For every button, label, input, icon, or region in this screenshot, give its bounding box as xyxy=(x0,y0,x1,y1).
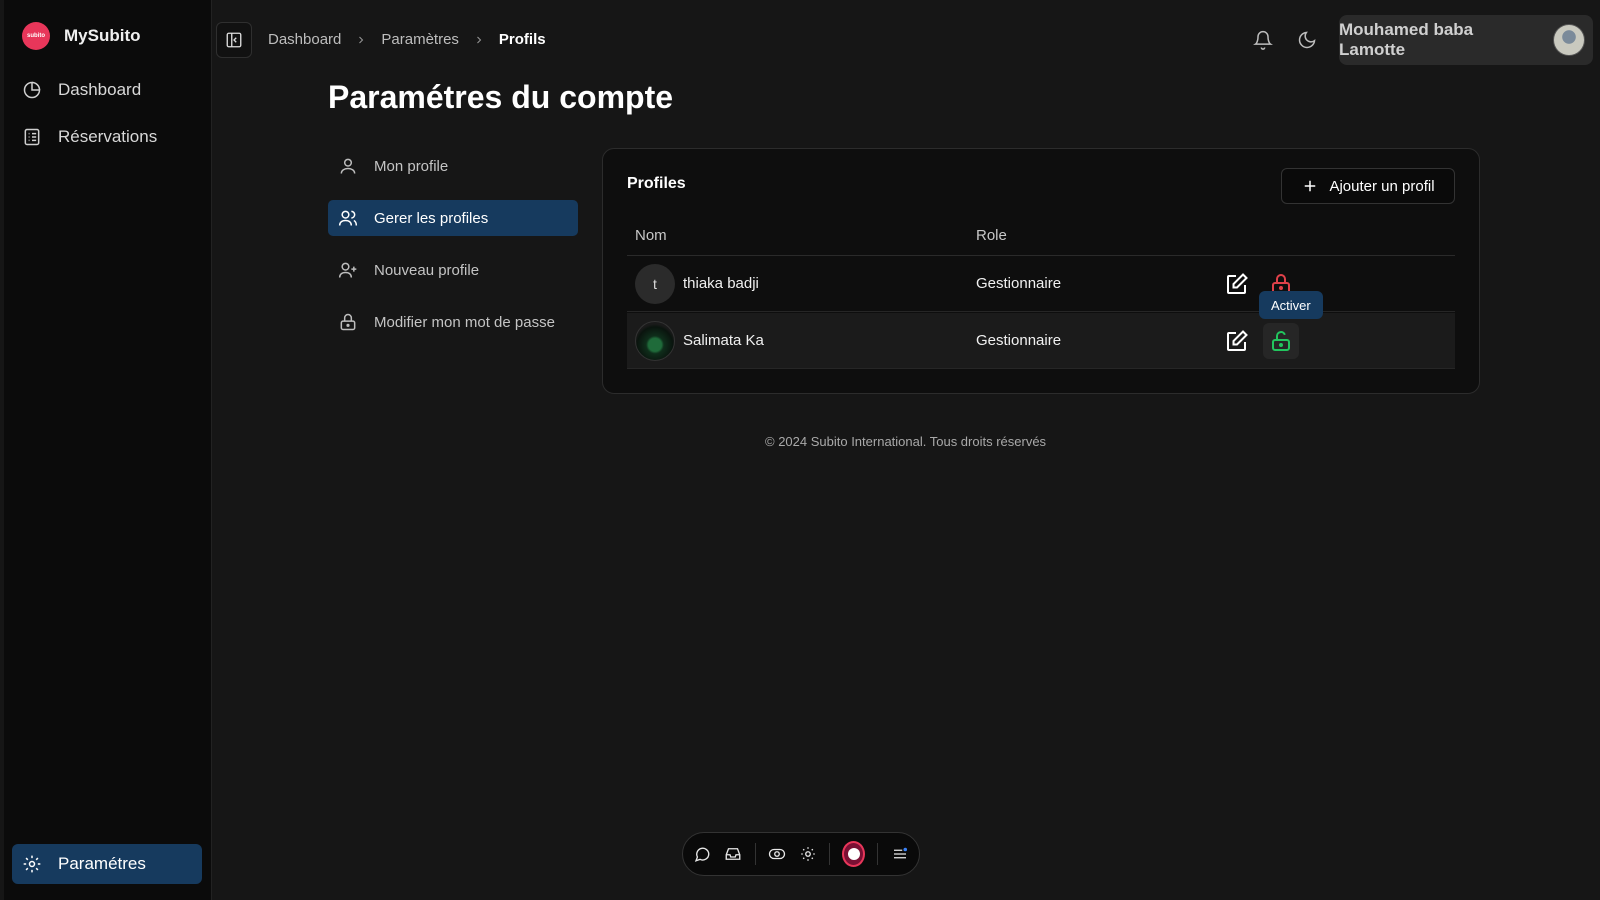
sidebar-toggle-button[interactable] xyxy=(216,22,252,58)
column-header-role: Role xyxy=(976,227,1007,244)
plus-icon xyxy=(1305,180,1316,192)
breadcrumb: Dashboard Paramètres Profils xyxy=(268,31,546,48)
user-name: Mouhamed baba Lamotte xyxy=(1339,20,1474,59)
divider xyxy=(754,843,756,865)
brand-name: MySubito xyxy=(64,26,141,45)
settings-nav-label: Nouveau profile xyxy=(374,261,480,279)
gear-icon xyxy=(23,855,41,873)
add-profile-button[interactable]: Ajouter un profil xyxy=(1281,168,1455,204)
settings-button[interactable] xyxy=(799,843,818,865)
topbar: Dashboard Paramètres Profils Mouhamed ba… xyxy=(212,0,1600,80)
settings-nav-label: Mon profile xyxy=(374,157,449,175)
unlock-icon xyxy=(1272,331,1290,351)
cell-role: Gestionnaire xyxy=(976,332,1062,349)
inbox-icon xyxy=(725,848,741,860)
footer-text: © 2024 Subito International. Tous droits… xyxy=(765,434,1047,449)
moon-icon xyxy=(1298,31,1316,49)
divider xyxy=(829,843,831,865)
settings-nav-modifier-mot-de-passe[interactable]: Modifier mon mot de passe xyxy=(328,304,578,340)
app-logo-button[interactable] xyxy=(842,841,866,867)
settings-nav-label: Modifier mon mot de passe xyxy=(374,313,555,331)
breadcrumb-current: Profils xyxy=(498,31,546,48)
edit-button[interactable] xyxy=(1219,323,1255,359)
cell-name: Salimata Ka xyxy=(683,332,764,349)
eye-icon xyxy=(768,848,786,860)
bell-icon xyxy=(1253,30,1273,50)
settings-nav-mon-profile[interactable]: Mon profile xyxy=(328,148,578,184)
avatar: t xyxy=(635,264,675,304)
theme-toggle-button[interactable] xyxy=(1294,27,1320,53)
inbox-button[interactable] xyxy=(724,843,743,865)
pie-chart-icon xyxy=(23,81,41,99)
profiles-card: Profiles Ajouter un profil Nom Role t th… xyxy=(602,148,1480,394)
settings-nav-gerer-profiles[interactable]: Gerer les profiles xyxy=(328,200,578,236)
column-header-nom: Nom xyxy=(635,227,667,244)
unlock-button[interactable] xyxy=(1263,323,1299,359)
settings-nav-label: Gerer les profiles xyxy=(374,209,489,227)
chat-button[interactable] xyxy=(693,843,712,865)
divider xyxy=(877,843,879,865)
sidebar-item-parametres[interactable]: Paramétres xyxy=(12,844,202,884)
notifications-button[interactable] xyxy=(1250,27,1276,53)
cell-name: thiaka badji xyxy=(683,275,759,292)
breadcrumb-item-parametres[interactable]: Paramètres xyxy=(381,31,459,48)
users-icon xyxy=(338,210,358,226)
cell-role: Gestionnaire xyxy=(976,275,1062,292)
brand-logo: subito xyxy=(22,22,50,50)
menu-icon xyxy=(893,847,907,859)
card-title: Profiles xyxy=(627,175,686,192)
dev-toolbar xyxy=(682,832,920,876)
user-plus-icon xyxy=(338,262,357,278)
avatar xyxy=(635,321,675,361)
sidebar-item-label: Réservations xyxy=(58,127,158,146)
gear-icon xyxy=(801,847,815,861)
edit-icon xyxy=(1227,273,1248,294)
sidebar-item-label: Dashboard xyxy=(58,80,142,99)
sidebar-item-reservations[interactable]: Réservations xyxy=(12,117,202,157)
table-row: t thiaka badji Gestionnaire xyxy=(627,256,1455,312)
logo-mark-icon xyxy=(847,848,860,860)
page-title: Paramétres du compte xyxy=(328,79,674,115)
sidebar-item-dashboard[interactable]: Dashboard xyxy=(12,70,202,110)
chevron-right-icon xyxy=(477,36,482,43)
list-icon xyxy=(24,128,40,146)
sidebar-item-label: Paramétres xyxy=(58,854,146,873)
avatar xyxy=(1553,24,1585,56)
user-menu-button[interactable]: Mouhamed baba Lamotte xyxy=(1339,15,1593,65)
lock-icon xyxy=(340,313,356,331)
tooltip: Activer xyxy=(1259,291,1323,319)
sidebar: subito MySubito Dashboard Réservations P… xyxy=(4,0,212,900)
edit-button[interactable] xyxy=(1219,266,1255,302)
chat-bubble-icon xyxy=(695,847,710,862)
settings-nav-nouveau-profile[interactable]: Nouveau profile xyxy=(328,252,578,288)
edit-icon xyxy=(1227,330,1248,351)
preview-button[interactable] xyxy=(768,843,787,865)
panel-left-icon xyxy=(226,32,242,48)
user-icon xyxy=(340,158,356,174)
add-profile-label: Ajouter un profil xyxy=(1329,177,1435,195)
chevron-right-icon xyxy=(359,36,364,43)
table-row: Salimata Ka Gestionnaire xyxy=(627,313,1455,369)
brand[interactable]: subito MySubito xyxy=(22,22,141,50)
breadcrumb-item-dashboard[interactable]: Dashboard xyxy=(268,31,341,48)
menu-button[interactable] xyxy=(890,843,909,865)
